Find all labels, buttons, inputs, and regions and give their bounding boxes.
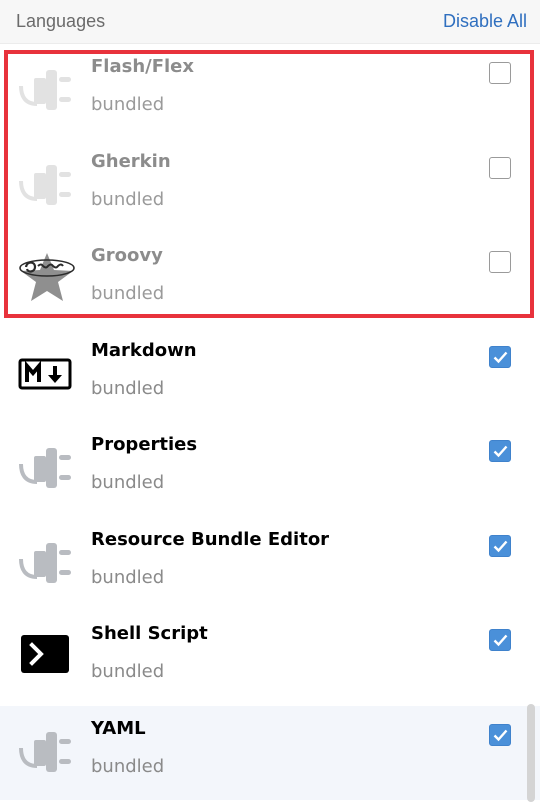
plugin-enable-checkbox[interactable] — [489, 62, 511, 84]
plugin-plug-icon — [17, 724, 73, 780]
plugin-subtitle: bundled — [91, 566, 165, 588]
disable-all-link[interactable]: Disable All — [443, 11, 527, 32]
plugin-plug-icon — [17, 535, 73, 591]
plugin-enable-checkbox[interactable] — [489, 440, 511, 462]
plugin-name: YAML — [91, 717, 146, 739]
plugin-name: Gherkin — [91, 150, 171, 172]
plugin-subtitle: bundled — [91, 755, 165, 777]
plugin-list: Flash/Flex bundled Gherkin bundled Groov… — [0, 44, 540, 812]
plugin-row-resource-bundle-editor[interactable]: Resource Bundle Editor bundled — [0, 517, 540, 612]
plugin-enable-checkbox[interactable] — [489, 345, 511, 368]
plugin-subtitle: bundled — [91, 283, 165, 304]
plugin-name: Markdown — [91, 339, 197, 361]
plugin-row-markdown[interactable]: Markdown bundled — [0, 328, 540, 423]
languages-header: Languages Disable All — [0, 0, 540, 44]
plugin-enable-checkbox[interactable] — [489, 251, 511, 273]
plugin-subtitle: bundled — [91, 188, 165, 210]
plugin-enable-checkbox[interactable] — [489, 629, 511, 651]
plugin-subtitle: bundled — [91, 377, 165, 399]
plugin-enable-checkbox[interactable] — [489, 156, 511, 179]
plugin-name: Groovy — [91, 245, 163, 266]
plugin-enable-checkbox[interactable] — [489, 723, 511, 746]
groovy-logo-icon — [17, 251, 75, 307]
plugin-plug-icon — [17, 440, 73, 496]
scrollbar-thumb[interactable] — [527, 704, 535, 802]
plugin-name: Properties — [91, 434, 198, 455]
section-title: Languages — [16, 11, 106, 31]
plugin-subtitle: bundled — [91, 661, 165, 682]
plugin-plug-icon — [17, 157, 73, 213]
plugin-plug-icon — [17, 62, 73, 118]
terminal-icon — [17, 629, 73, 685]
plugin-row-gherkin[interactable]: Gherkin bundled — [0, 139, 540, 234]
plugin-name: Shell Script — [91, 623, 208, 644]
plugin-subtitle: bundled — [91, 472, 165, 493]
plugin-name: Flash/Flex — [91, 56, 194, 77]
plugin-row-shell-script[interactable]: Shell Script bundled — [0, 611, 540, 706]
plugin-row-flash-flex[interactable]: Flash/Flex bundled — [0, 44, 540, 139]
markdown-icon — [17, 346, 73, 402]
plugin-subtitle: bundled — [91, 94, 165, 115]
plugin-row-yaml[interactable]: YAML bundled — [0, 705, 540, 800]
plugin-enable-checkbox[interactable] — [489, 534, 511, 557]
plugin-row-groovy[interactable]: Groovy bundled — [0, 233, 540, 328]
plugin-name: Resource Bundle Editor — [91, 528, 330, 550]
plugin-row-properties[interactable]: Properties bundled — [0, 422, 540, 517]
